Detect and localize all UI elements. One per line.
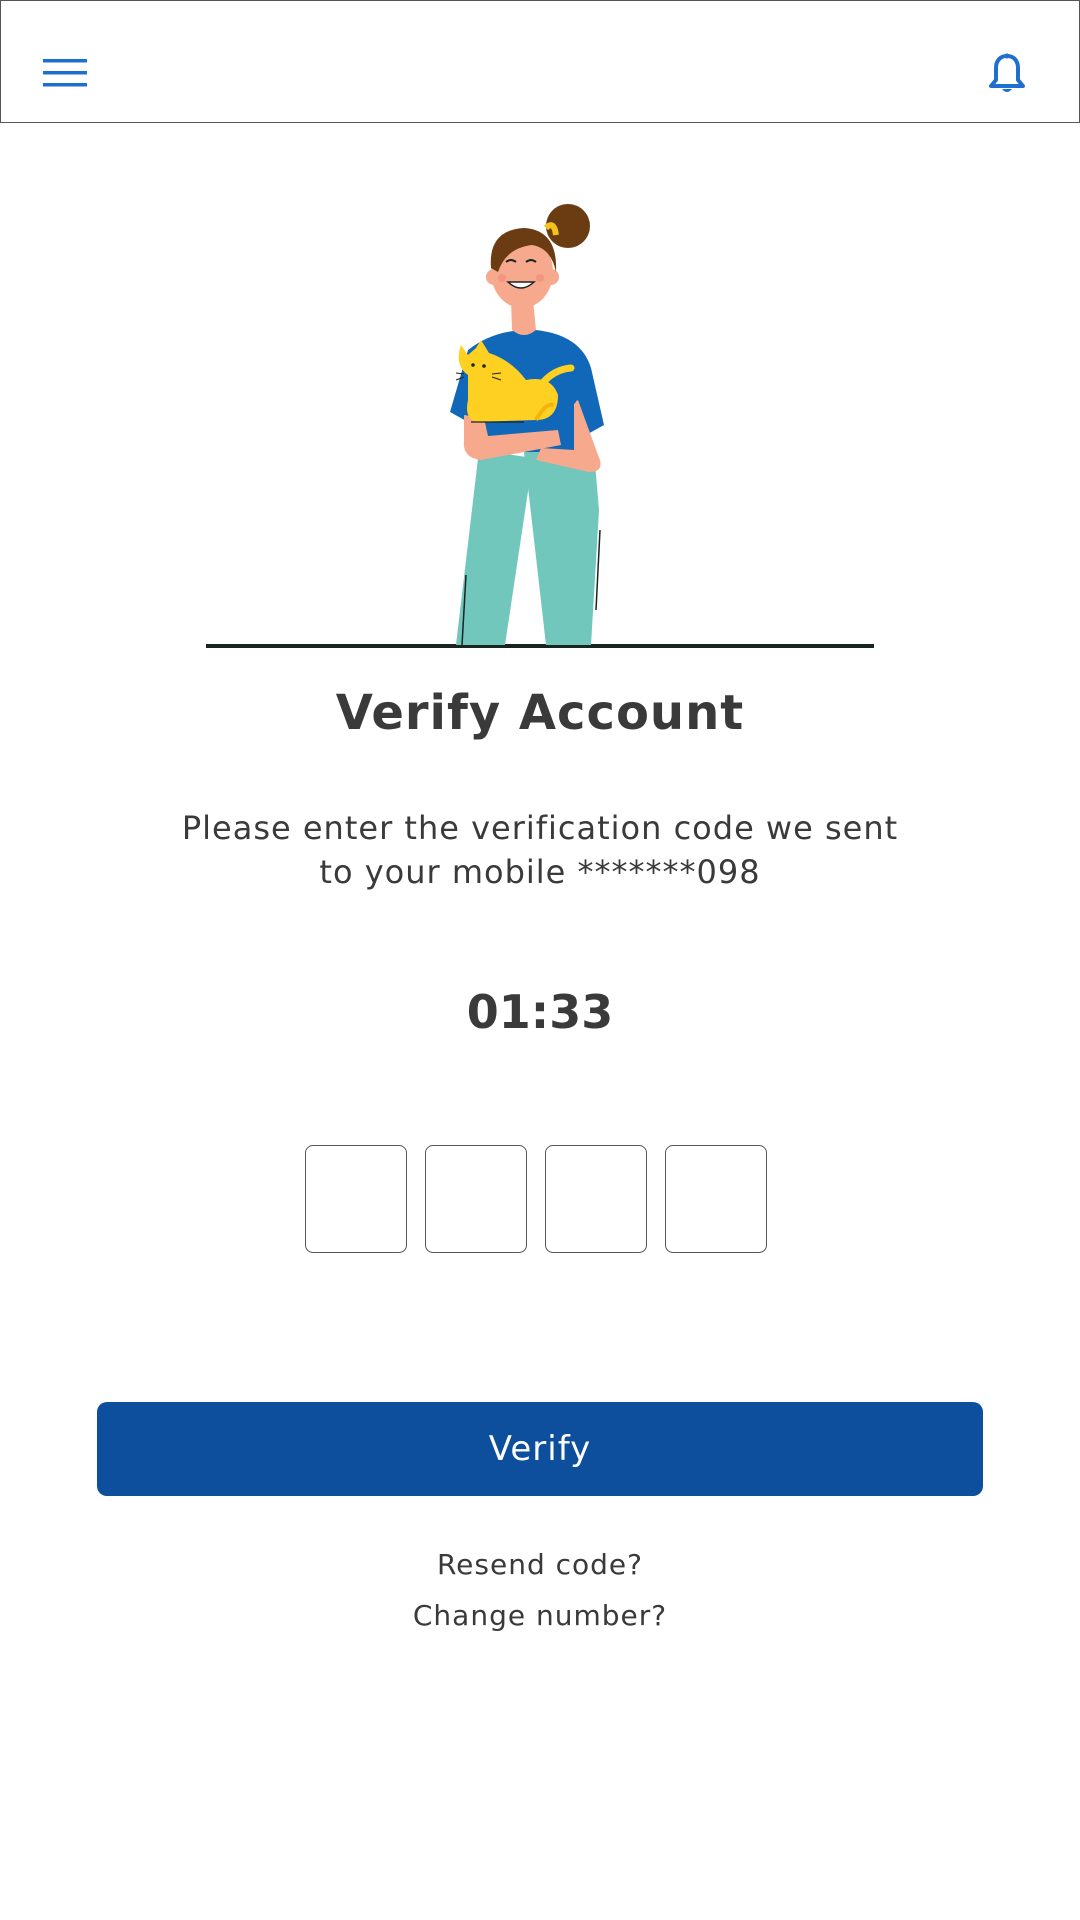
notifications-button[interactable]	[987, 53, 1027, 97]
change-number-link[interactable]: Change number?	[0, 1599, 1080, 1632]
hamburger-menu-icon	[43, 59, 87, 87]
otp-digit-1[interactable]	[305, 1145, 407, 1253]
instructions-line-2: to your mobile *******098	[319, 853, 761, 891]
menu-button[interactable]	[43, 57, 87, 89]
otp-digit-3[interactable]	[545, 1145, 647, 1253]
bell-icon	[989, 53, 1025, 92]
resend-code-link[interactable]: Resend code?	[0, 1548, 1080, 1581]
top-app-bar	[0, 0, 1080, 123]
instructions-line-1: Please enter the verification code we se…	[181, 809, 899, 847]
verify-button[interactable]: Verify	[97, 1402, 983, 1496]
verification-instructions: Please enter the verification code we se…	[180, 806, 900, 894]
verify-account-screen: Verify Account Please enter the verifica…	[0, 0, 1080, 1920]
otp-input-group	[305, 1145, 767, 1255]
countdown-timer: 01:33	[466, 985, 614, 1039]
otp-digit-4[interactable]	[665, 1145, 767, 1253]
woman-holding-cat-illustration	[206, 190, 874, 650]
page-title: Verify Account	[335, 685, 745, 741]
otp-digit-2[interactable]	[425, 1145, 527, 1253]
